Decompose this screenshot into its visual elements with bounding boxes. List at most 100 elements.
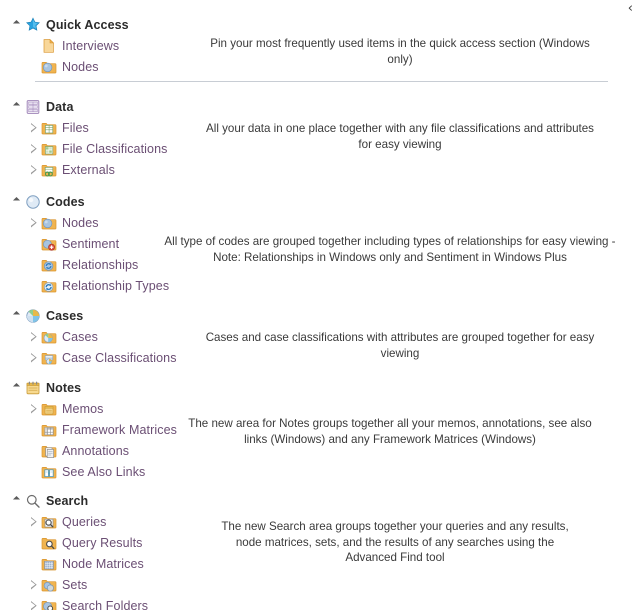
expander-expand-icon[interactable] — [28, 142, 41, 155]
folder-framework-matrices-icon — [41, 422, 57, 438]
tree-item-relationship-types[interactable]: Relationship Types — [0, 275, 169, 296]
expander-expand-icon[interactable] — [28, 402, 41, 415]
expander-collapse-icon[interactable] — [12, 195, 25, 208]
tree-item-nodes[interactable]: Nodes — [0, 212, 169, 233]
folder-memos-icon — [41, 401, 57, 417]
nvivo-navigation-overview: ‹ Quick Access Interviews Nodes Data Fil… — [0, 0, 640, 610]
tree-item-framework-matrices[interactable]: Framework Matrices — [0, 419, 177, 440]
data-grid-icon — [25, 99, 41, 115]
tree-item-label: Interviews — [62, 38, 120, 53]
expander-expand-icon[interactable] — [28, 121, 41, 134]
tree-item-label: Cases — [46, 308, 84, 323]
tree-item-label: Sets — [62, 577, 88, 592]
expander-expand-icon[interactable] — [28, 330, 41, 343]
tree-item-label: Files — [62, 120, 89, 135]
tree-item-label: Relationships — [62, 257, 139, 272]
folder-search-folders-icon — [41, 598, 57, 610]
tree-item-label: Nodes — [62, 59, 99, 74]
tree-item-label: Memos — [62, 401, 104, 416]
tree-item-see-also-links[interactable]: See Also Links — [0, 461, 177, 482]
section-description-search: The new Search area groups together your… — [221, 520, 569, 564]
tree-item-label: Search Folders — [62, 598, 149, 610]
tree-group-quick-access: Quick Access Interviews Nodes — [0, 14, 129, 77]
tree-item-cases[interactable]: Cases — [0, 326, 177, 347]
tree-item-queries[interactable]: Queries — [0, 511, 148, 532]
tree-item-annotations[interactable]: Annotations — [0, 440, 177, 461]
quick-access-divider — [35, 81, 608, 82]
magnifier-icon — [25, 493, 41, 509]
tree-item-notes[interactable]: Notes — [0, 377, 177, 398]
expander-collapse-icon[interactable] — [12, 309, 25, 322]
tree-item-label: See Also Links — [62, 464, 146, 479]
tree-item-codes[interactable]: Codes — [0, 191, 169, 212]
expander-collapse-icon[interactable] — [12, 494, 25, 507]
tree-item-quick-access[interactable]: Quick Access — [0, 14, 129, 35]
tree-item-label: Codes — [46, 194, 85, 209]
folder-node-matrices-icon — [41, 556, 57, 572]
section-description-codes: All type of codes are grouped together i… — [164, 235, 616, 264]
section-description-notes: The new area for Notes groups together a… — [188, 417, 592, 446]
tree-item-memos[interactable]: Memos — [0, 398, 177, 419]
tree-item-search-folders[interactable]: Search Folders — [0, 595, 148, 610]
tree-item-label: Node Matrices — [62, 556, 144, 571]
tree-item-label: Framework Matrices — [62, 422, 178, 437]
pie-case-icon — [25, 308, 41, 324]
section-description-data: All your data in one place together with… — [206, 122, 594, 151]
tree-item-files[interactable]: Files — [0, 117, 168, 138]
tree-group-data: Data Files File Classifications External… — [0, 96, 168, 180]
collapse-chevron-icon[interactable]: ‹ — [628, 2, 633, 15]
folder-externals-icon — [41, 162, 57, 178]
expander-expand-icon[interactable] — [28, 515, 41, 528]
folder-node-icon — [41, 215, 57, 231]
memo-pad-icon — [25, 380, 41, 396]
tree-item-case-classifications[interactable]: Case Classifications — [0, 347, 177, 368]
tree-item-label: Data — [46, 99, 74, 114]
tree-item-cases[interactable]: Cases — [0, 305, 177, 326]
section-description-quick-access: Pin your most frequently used items in t… — [210, 37, 590, 66]
tree-item-nodes[interactable]: Nodes — [0, 56, 129, 77]
tree-item-label: Case Classifications — [62, 350, 177, 365]
expander-collapse-icon[interactable] — [12, 18, 25, 31]
tree-item-file-classifications[interactable]: File Classifications — [0, 138, 168, 159]
tree-group-notes: Notes Memos Framework Matrices Annotatio… — [0, 377, 177, 482]
tree-group-cases: Cases Cases Case Classifications — [0, 305, 177, 368]
expander-expand-icon[interactable] — [28, 578, 41, 591]
star-icon — [25, 16, 41, 33]
tree-item-label: Annotations — [62, 443, 130, 458]
tree-item-label: Cases — [62, 329, 98, 344]
tree-item-sets[interactable]: Sets — [0, 574, 148, 595]
tree-item-interviews[interactable]: Interviews — [0, 35, 129, 56]
tree-item-label: Nodes — [62, 215, 99, 230]
tree-item-label: Queries — [62, 514, 107, 529]
folder-file-classifications-icon — [41, 141, 57, 157]
expander-expand-icon[interactable] — [28, 351, 41, 364]
tree-item-externals[interactable]: Externals — [0, 159, 168, 180]
tree-item-label: Relationship Types — [62, 278, 170, 293]
expander-collapse-icon[interactable] — [12, 381, 25, 394]
folder-queries-icon — [41, 514, 57, 530]
tree-item-data[interactable]: Data — [0, 96, 168, 117]
section-description-cases: Cases and case classifications with attr… — [205, 331, 595, 360]
folder-relationship-types-icon — [41, 278, 57, 294]
tree-item-label: Search — [46, 493, 89, 508]
folder-node-icon — [41, 59, 57, 75]
folder-sentiment-icon — [41, 236, 57, 252]
folder-query-results-icon — [41, 535, 57, 551]
tree-group-search: Search Queries Query Results Node Matric… — [0, 490, 148, 610]
folder-relationships-icon — [41, 257, 57, 273]
expander-expand-icon[interactable] — [28, 599, 41, 610]
tree-item-query-results[interactable]: Query Results — [0, 532, 148, 553]
expander-expand-icon[interactable] — [28, 163, 41, 176]
expander-collapse-icon[interactable] — [12, 100, 25, 113]
folder-document-icon — [41, 38, 57, 54]
tree-item-label: Notes — [46, 380, 82, 395]
tree-item-sentiment[interactable]: Sentiment — [0, 233, 169, 254]
expander-expand-icon[interactable] — [28, 216, 41, 229]
folder-files-icon — [41, 120, 57, 136]
tree-item-search[interactable]: Search — [0, 490, 148, 511]
tree-item-node-matrices[interactable]: Node Matrices — [0, 553, 148, 574]
tree-item-relationships[interactable]: Relationships — [0, 254, 169, 275]
tree-group-codes: Codes Nodes Sentiment Relationships Rela… — [0, 191, 169, 296]
tree-item-label: Externals — [62, 162, 116, 177]
tree-item-label: Quick Access — [46, 17, 129, 32]
